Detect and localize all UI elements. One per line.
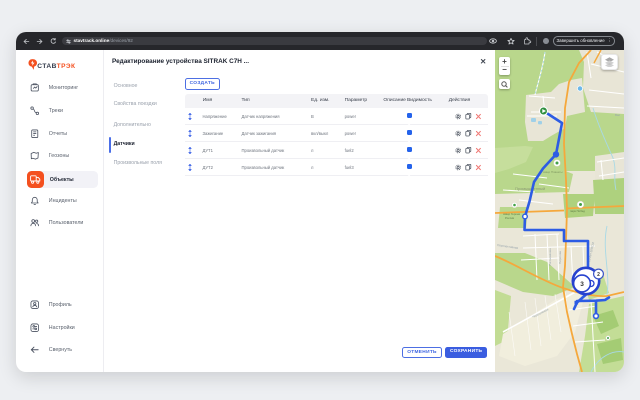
svg-text:Промышленный: Промышленный (515, 186, 545, 191)
svg-text:Вас: Вас (615, 113, 621, 117)
svg-text:Рогожникова: Рогожникова (548, 248, 552, 266)
svg-text:Пирогова: Пирогова (558, 251, 562, 264)
svg-text:3: 3 (580, 281, 584, 288)
svg-text:парк Побед: парк Побед (570, 209, 585, 213)
svg-text:России: России (505, 216, 515, 220)
svg-text:сквер Планеты: сквер Планеты (543, 170, 562, 174)
svg-text:2: 2 (597, 272, 600, 278)
